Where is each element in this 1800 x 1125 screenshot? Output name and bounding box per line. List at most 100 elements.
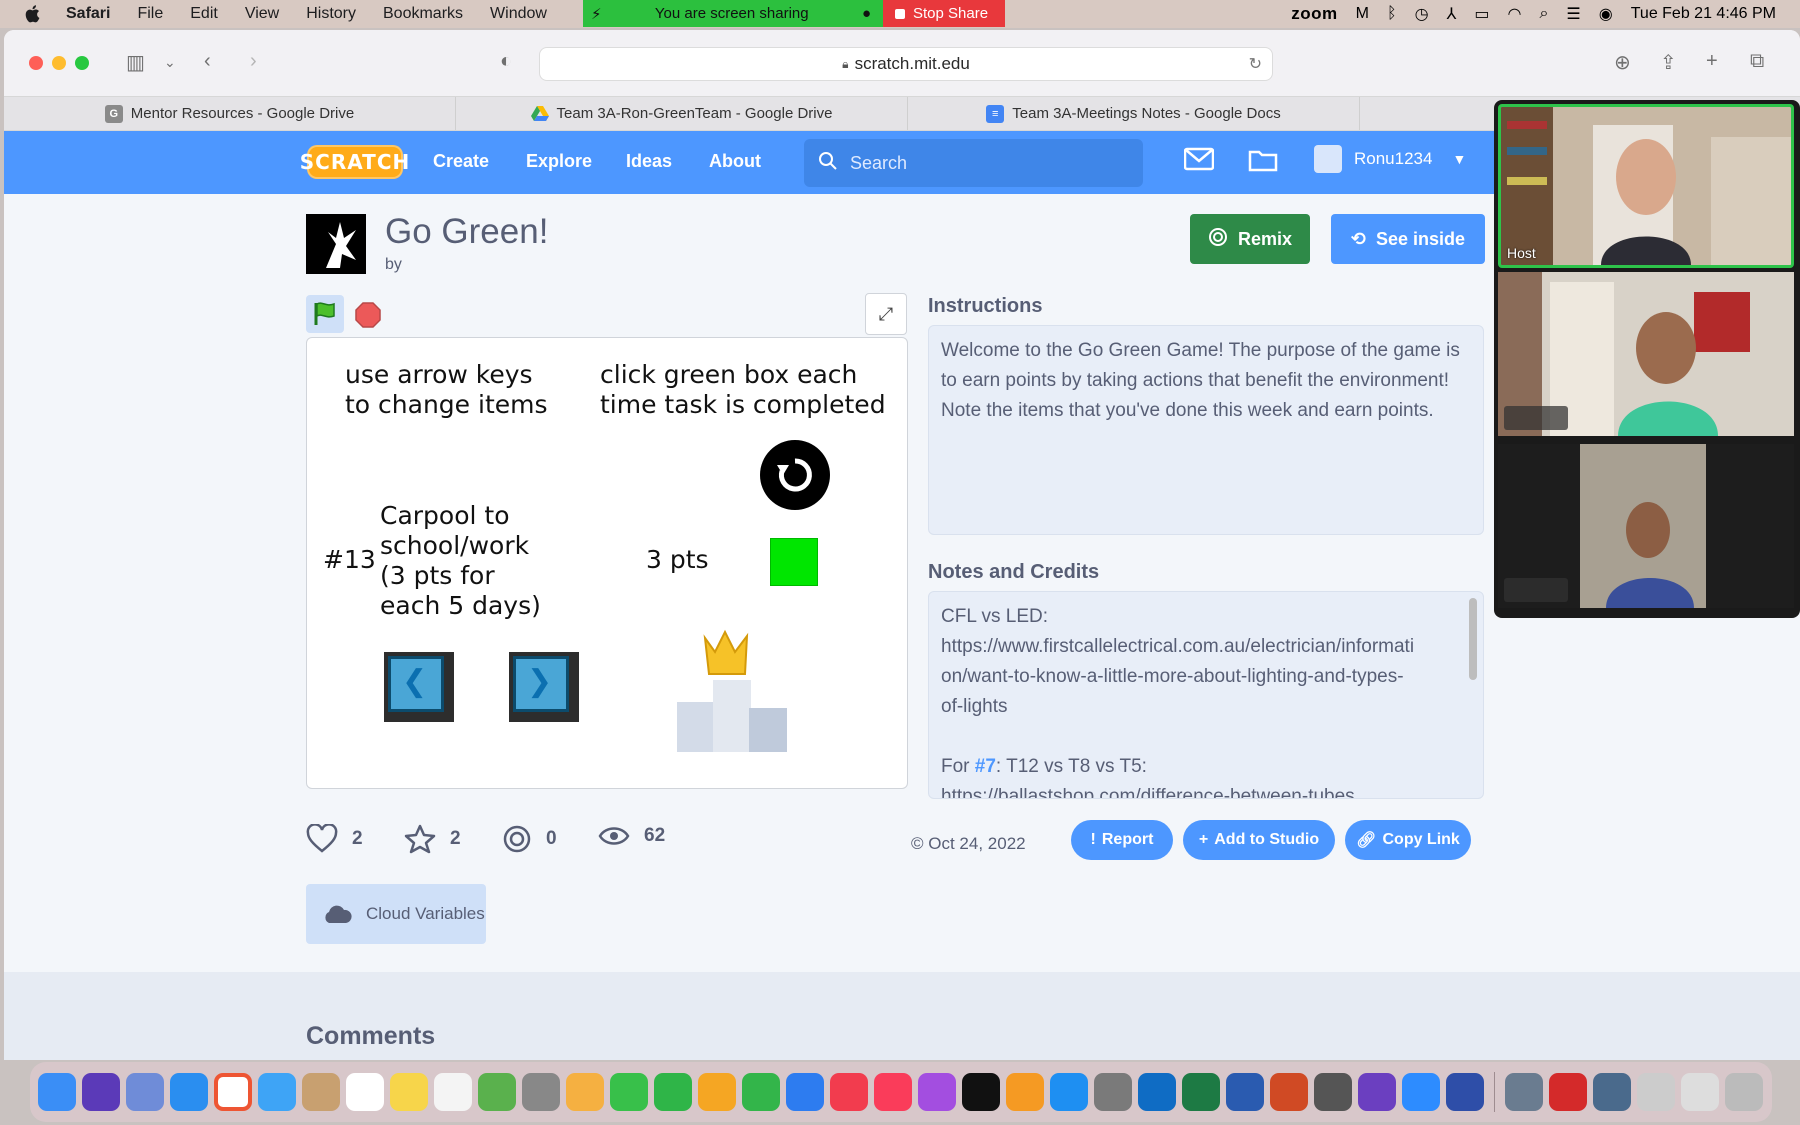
safari-icon[interactable]: [170, 1073, 208, 1111]
imovie-icon[interactable]: [1358, 1073, 1396, 1111]
video-tile-participant-2[interactable]: [1498, 272, 1794, 436]
facetime-icon[interactable]: [654, 1073, 692, 1111]
menu-history[interactable]: History: [306, 5, 356, 23]
powerpoint-icon[interactable]: [1270, 1073, 1308, 1111]
notes-text[interactable]: CFL vs LED: https://www.firstcallelectri…: [928, 591, 1484, 799]
report-button[interactable]: ! Report: [1071, 820, 1173, 860]
nav-ideas[interactable]: Ideas: [626, 151, 672, 172]
mail-icon[interactable]: [258, 1073, 296, 1111]
left-arrow-key[interactable]: ❮: [384, 652, 454, 722]
calculator-icon[interactable]: [1314, 1073, 1352, 1111]
news-icon[interactable]: [830, 1073, 868, 1111]
screen-sharing-banner[interactable]: ⚡ You are screen sharing ●: [583, 0, 883, 27]
menu-view[interactable]: View: [245, 5, 279, 23]
siri-icon[interactable]: [82, 1073, 120, 1111]
photos-icon[interactable]: [566, 1073, 604, 1111]
control-center-icon[interactable]: ☰: [1566, 4, 1580, 24]
video-tile-participant-3[interactable]: [1498, 444, 1794, 608]
tab-overview-icon[interactable]: ⧉: [1750, 50, 1764, 73]
completed-green-box[interactable]: [770, 538, 818, 586]
project-stage[interactable]: use arrow keys to change items click gre…: [306, 337, 908, 789]
reset-icon[interactable]: [760, 440, 830, 510]
zoom-app-icon[interactable]: [1402, 1073, 1440, 1111]
messages-icon[interactable]: [1183, 147, 1215, 178]
my-stuff-folder-icon[interactable]: [1248, 147, 1278, 180]
numbers-icon[interactable]: [742, 1073, 780, 1111]
nav-explore[interactable]: Explore: [526, 151, 592, 172]
contacts-icon[interactable]: [302, 1073, 340, 1111]
privacy-shield-icon[interactable]: ◐: [500, 50, 512, 73]
menu-safari[interactable]: Safari: [66, 5, 110, 23]
final-cut-icon[interactable]: [522, 1073, 560, 1111]
chevron-down-icon[interactable]: ⌄: [164, 54, 176, 71]
scratch-logo[interactable]: SCRATCH: [300, 145, 409, 179]
stop-share-button[interactable]: Stop Share: [883, 0, 1005, 27]
remix-button[interactable]: Remix: [1190, 214, 1310, 264]
maps-icon[interactable]: [478, 1073, 516, 1111]
back-icon[interactable]: ‹: [204, 50, 211, 73]
project-title[interactable]: Go Green!: [385, 212, 548, 252]
notes-link-line[interactable]: https://www.firstcallelectrical.com.au/e…: [941, 632, 1471, 662]
menu-edit[interactable]: Edit: [190, 5, 218, 23]
help-icon[interactable]: [1637, 1073, 1675, 1111]
downloads-icon[interactable]: ⊕: [1614, 50, 1631, 75]
chrome-icon[interactable]: [214, 1073, 252, 1111]
stop-button[interactable]: [355, 302, 381, 328]
excel-icon[interactable]: [1182, 1073, 1220, 1111]
messages-icon[interactable]: [610, 1073, 648, 1111]
notes-scrollbar[interactable]: [1469, 598, 1477, 680]
tab-team-greenteam[interactable]: Team 3A-Ron-GreenTeam - Google Drive: [456, 97, 908, 130]
time-machine-icon[interactable]: ◷: [1415, 4, 1429, 24]
airpods-icon[interactable]: ⅄: [1447, 4, 1457, 24]
word-icon[interactable]: [1226, 1073, 1264, 1111]
keynote-icon[interactable]: [786, 1073, 824, 1111]
menu-file[interactable]: File: [137, 5, 163, 23]
favorite-stat[interactable]: 2: [404, 824, 461, 854]
reload-icon[interactable]: ↻: [1249, 54, 1262, 74]
video-tile-host[interactable]: Host: [1498, 104, 1794, 268]
notes-link-line[interactable]: on/want-to-know-a-little-more-about-ligh…: [941, 662, 1471, 692]
m-app-icon[interactable]: M: [1356, 5, 1369, 23]
preview-icon[interactable]: [1505, 1073, 1543, 1111]
menu-bookmarks[interactable]: Bookmarks: [383, 5, 463, 23]
right-arrow-key[interactable]: ❯: [509, 652, 579, 722]
zoom-video-gallery[interactable]: Host: [1494, 100, 1800, 618]
notes-item-link[interactable]: #7: [975, 756, 996, 777]
siri-icon[interactable]: ◉: [1599, 4, 1613, 24]
copy-link-button[interactable]: 🔗︎ Copy Link: [1345, 820, 1471, 860]
add-to-studio-button[interactable]: + Add to Studio: [1183, 820, 1335, 860]
notes-link-line[interactable]: https://ballastshop.com/difference-betwe…: [941, 782, 1471, 798]
pages-icon[interactable]: [698, 1073, 736, 1111]
finder-icon[interactable]: [38, 1073, 76, 1111]
notes-link-line[interactable]: of-lights: [941, 692, 1471, 722]
reminders-icon[interactable]: [434, 1073, 472, 1111]
menubar-clock[interactable]: Tue Feb 21 4:46 PM: [1631, 5, 1776, 23]
apple-tv-icon[interactable]: [962, 1073, 1000, 1111]
zoom-menu[interactable]: zoom: [1291, 4, 1337, 24]
love-stat[interactable]: 2: [306, 824, 363, 854]
close-window-button[interactable]: [29, 56, 43, 70]
trash-icon[interactable]: [1725, 1073, 1763, 1111]
minimize-window-button[interactable]: [52, 56, 66, 70]
wifi-icon[interactable]: ◠: [1507, 4, 1521, 24]
webex-icon[interactable]: [1446, 1073, 1484, 1111]
forward-icon[interactable]: ›: [250, 50, 257, 73]
apple-icon[interactable]: [22, 3, 44, 25]
nav-about[interactable]: About: [709, 151, 761, 172]
address-bar[interactable]: 🔒︎ scratch.mit.edu ↻: [539, 47, 1273, 81]
downloads-stack-icon[interactable]: [1681, 1073, 1719, 1111]
see-inside-button[interactable]: ⟲ See inside: [1331, 214, 1485, 264]
zoom-window-button[interactable]: [75, 56, 89, 70]
tab-meetings-notes[interactable]: ≡ Team 3A-Meetings Notes - Google Docs: [908, 97, 1360, 130]
nav-create[interactable]: Create: [433, 151, 489, 172]
green-flag-button[interactable]: [306, 295, 344, 333]
sidebar-icon[interactable]: ▥: [126, 50, 145, 75]
music-icon[interactable]: [874, 1073, 912, 1111]
notes-icon[interactable]: [390, 1073, 428, 1111]
bluetooth-icon[interactable]: ᛒ: [1387, 5, 1397, 23]
search-input[interactable]: Search: [804, 139, 1143, 187]
podium-crown-sprite[interactable]: [675, 624, 791, 754]
system-settings-icon[interactable]: [1094, 1073, 1132, 1111]
new-tab-icon[interactable]: +: [1706, 50, 1718, 73]
spotlight-icon[interactable]: ⌕: [1539, 5, 1548, 23]
